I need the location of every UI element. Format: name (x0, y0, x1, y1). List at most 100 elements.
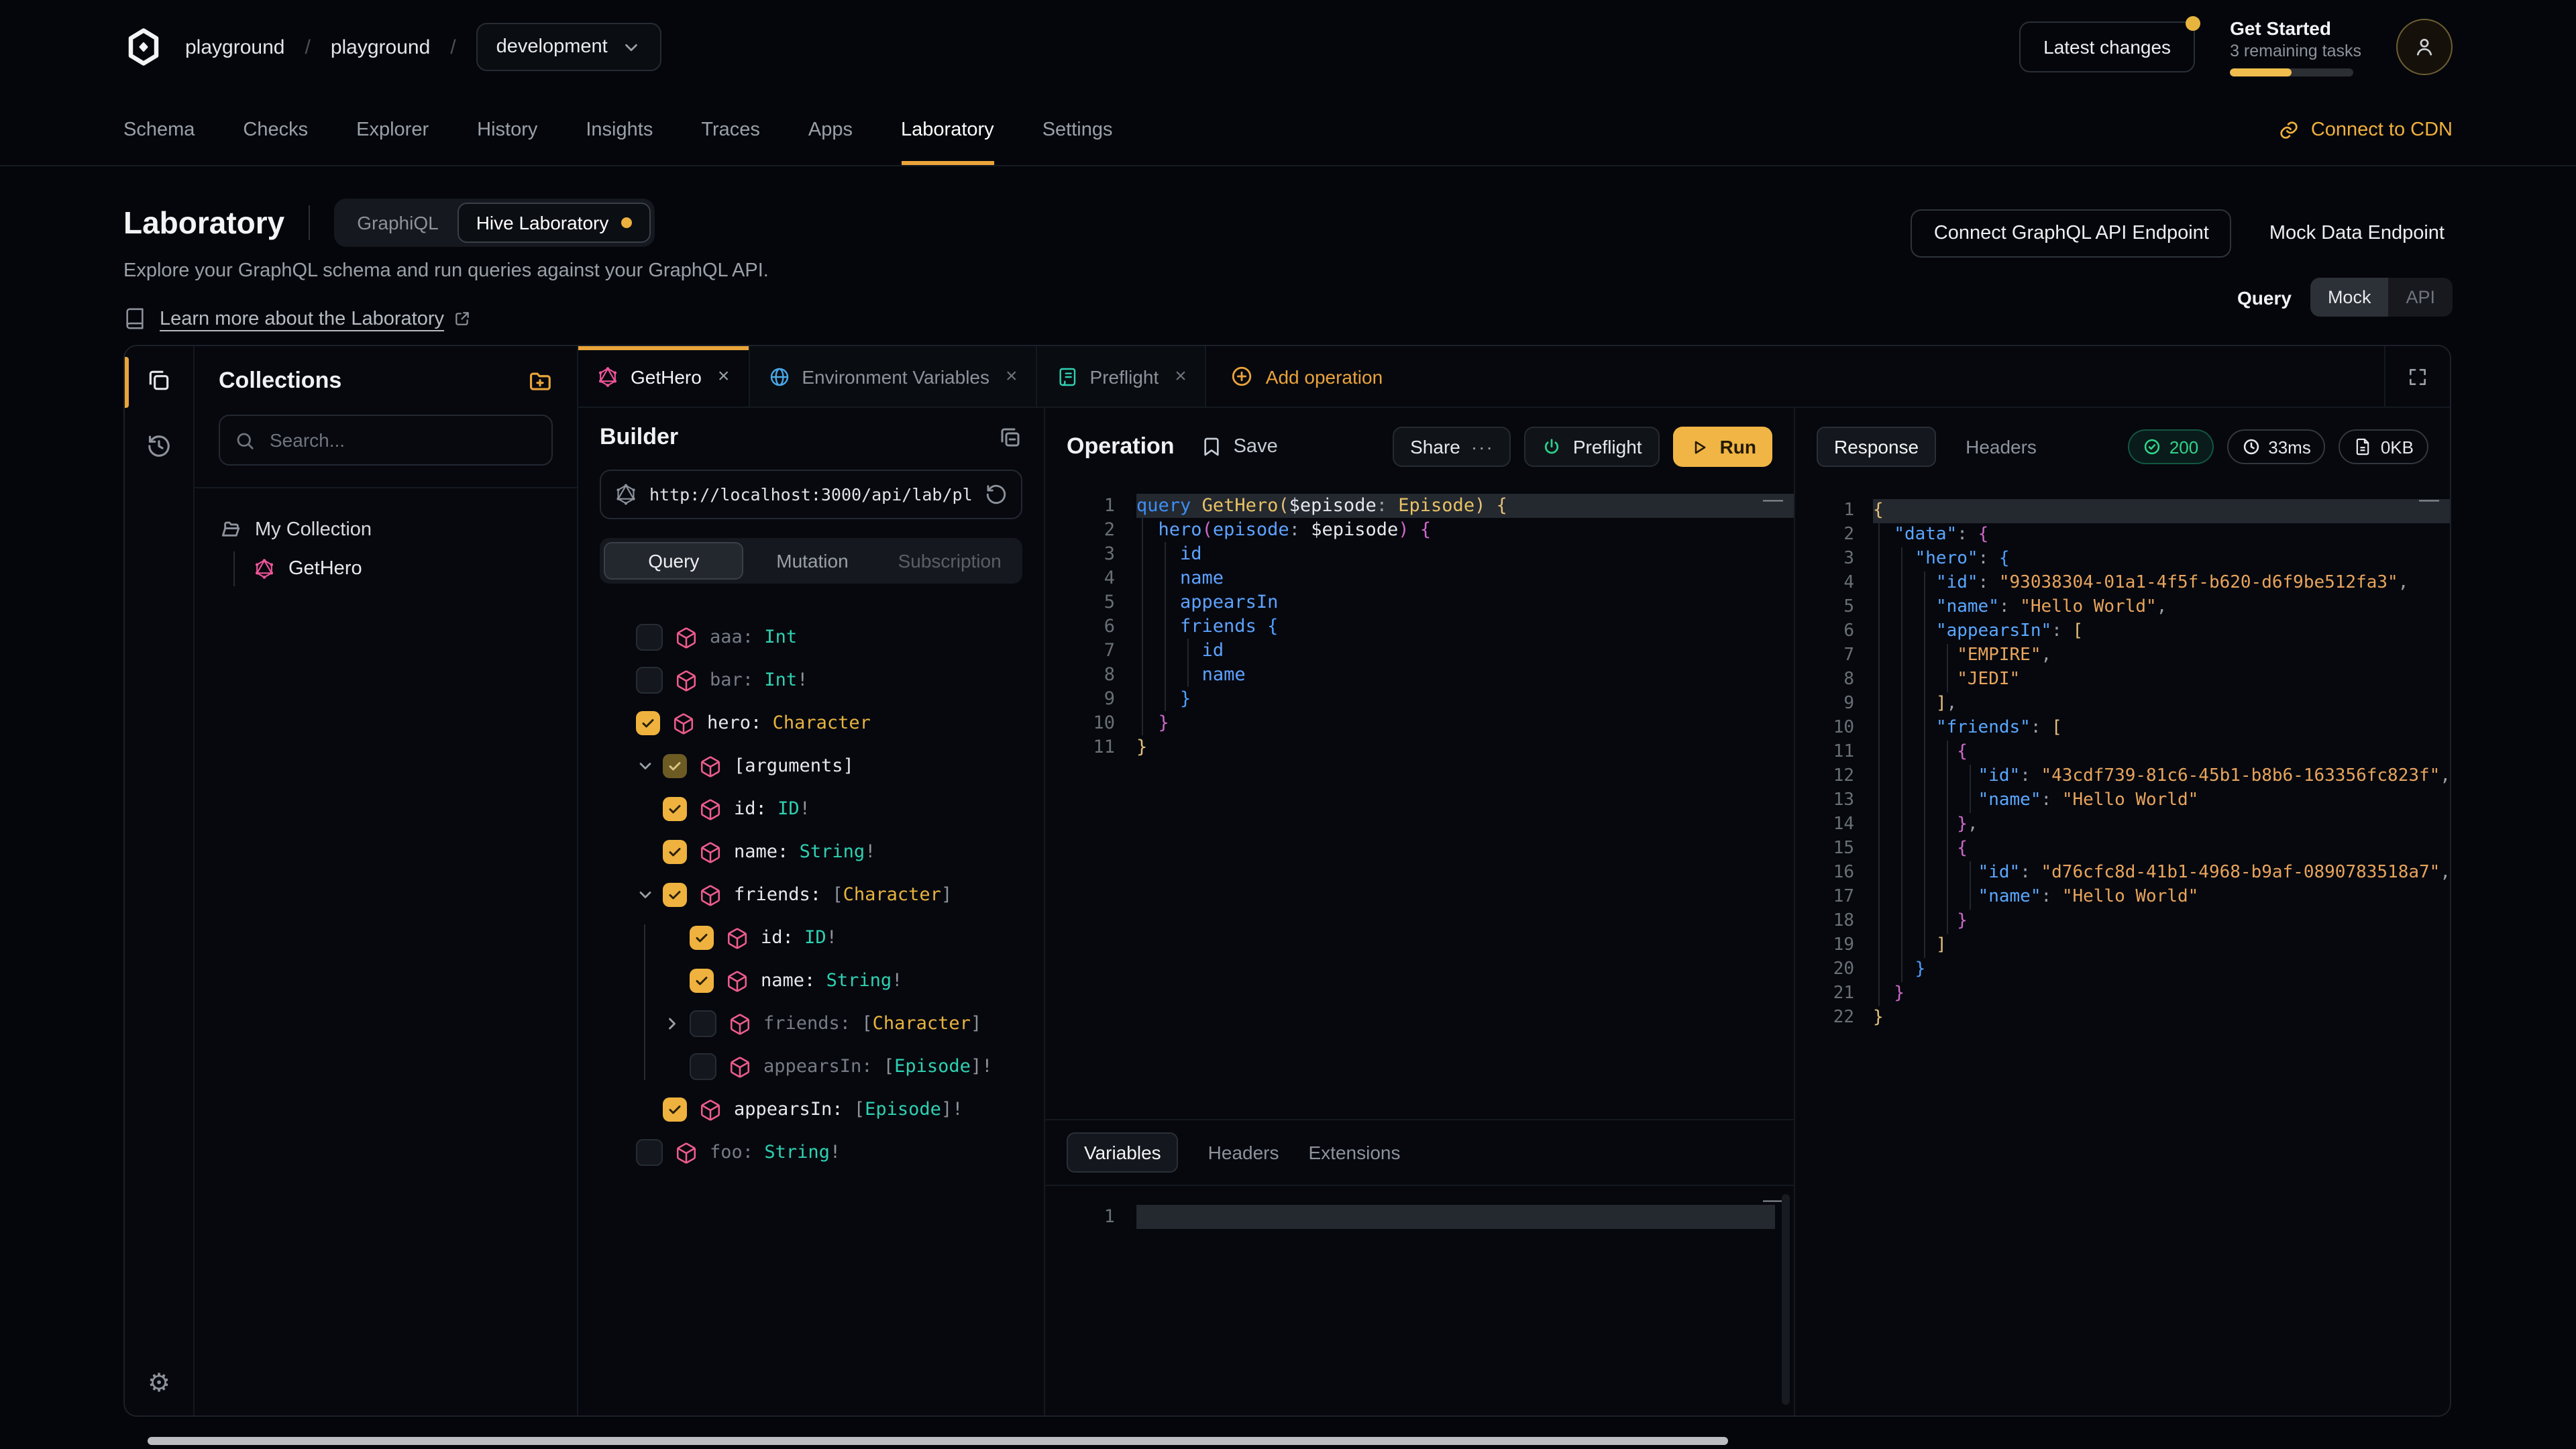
collapse-builder-icon[interactable] (998, 425, 1022, 449)
field-checkbox[interactable] (636, 667, 663, 694)
user-avatar[interactable] (2396, 19, 2453, 75)
add-operation-button[interactable]: Add operation (1207, 346, 1407, 407)
tab-extensions[interactable]: Extensions (1309, 1142, 1401, 1163)
field-checkbox[interactable] (636, 711, 660, 735)
search-input[interactable] (267, 428, 537, 452)
tree-field-appearsIn[interactable]: appearsIn: [Episode]! (600, 1088, 1022, 1131)
close-icon[interactable]: × (1175, 365, 1187, 388)
variables-editor[interactable]: — 1 (1045, 1186, 1794, 1415)
history-icon[interactable] (146, 433, 172, 459)
builder-tab-subscription[interactable]: Subscription (881, 542, 1018, 580)
latest-changes-button[interactable]: Latest changes (2019, 21, 2195, 72)
response-tab-response[interactable]: Response (1817, 427, 1936, 467)
builder-tab-mutation[interactable]: Mutation (744, 542, 881, 580)
close-icon[interactable]: × (718, 365, 730, 388)
chevron-down-icon[interactable] (636, 884, 663, 906)
fullscreen-button[interactable] (2384, 346, 2450, 407)
field-checkbox[interactable] (663, 754, 687, 778)
field-checkbox[interactable] (636, 624, 663, 651)
collections-icon[interactable] (146, 368, 172, 393)
field-type: ! (826, 927, 837, 949)
close-icon[interactable]: × (1006, 365, 1018, 388)
nav-tab-history[interactable]: History (477, 94, 537, 165)
builder-tab-query[interactable]: Query (604, 542, 744, 580)
endpoint-url-input[interactable]: http://localhost:3000/api/lab/playground (600, 470, 1022, 519)
share-button[interactable]: Share ··· (1393, 427, 1511, 467)
field-checkbox[interactable] (663, 840, 687, 864)
breadcrumb-project[interactable]: playground (331, 36, 430, 58)
collection-operation-gethero[interactable]: GetHero (254, 551, 553, 586)
connect-endpoint-button[interactable]: Connect GraphQL API Endpoint (1911, 209, 2232, 258)
nav-tab-laboratory[interactable]: Laboratory (901, 94, 994, 165)
preflight-button[interactable]: Preflight (1525, 427, 1660, 467)
collapse-variables-icon[interactable]: — (1763, 1189, 1783, 1212)
nav-tab-settings[interactable]: Settings (1042, 94, 1113, 165)
tree-field-name[interactable]: name: String! (600, 830, 1022, 873)
collections-title: Collections (219, 368, 341, 394)
hive-logo-icon[interactable] (123, 25, 164, 68)
line-number: 12 (1795, 765, 1873, 789)
mock-endpoint-button[interactable]: Mock Data Endpoint (2261, 221, 2453, 246)
tree-field-id[interactable]: id: ID! (600, 916, 1022, 959)
endpoint-option-mock[interactable]: Mock (2310, 278, 2389, 317)
nav-tab-apps[interactable]: Apps (808, 94, 853, 165)
more-options-icon[interactable]: ··· (1471, 436, 1494, 458)
mode-option-graphiql[interactable]: GraphiQL (338, 203, 457, 243)
endpoint-url-value[interactable]: http://localhost:3000/api/lab/playground (649, 484, 973, 504)
field-checkbox[interactable] (690, 969, 714, 993)
nav-tab-insights[interactable]: Insights (586, 94, 653, 165)
tree-field-name[interactable]: name: String! (600, 959, 1022, 1002)
connect-to-cdn-link[interactable]: Connect to CDN (2279, 94, 2453, 165)
nav-tab-checks[interactable]: Checks (243, 94, 308, 165)
field-checkbox[interactable] (690, 1053, 716, 1080)
field-checkbox[interactable] (690, 1010, 716, 1037)
tab-preflight[interactable]: Preflight × (1038, 346, 1207, 407)
nav-tab-traces[interactable]: Traces (701, 94, 760, 165)
collapse-response-icon[interactable]: — (2419, 488, 2439, 511)
tab-variables[interactable]: Variables (1067, 1132, 1179, 1173)
chevron-right-icon[interactable] (663, 1013, 690, 1034)
nav-tab-explorer[interactable]: Explorer (356, 94, 429, 165)
tree-field-aaa[interactable]: aaa: Int (600, 616, 1022, 659)
breadcrumb-org[interactable]: playground (185, 36, 284, 58)
nav-tab-schema[interactable]: Schema (123, 94, 195, 165)
response-editor[interactable]: — 1{ 2 "data": { 3 "hero": { 4 "id": "93… (1795, 486, 2450, 1415)
endpoint-option-api[interactable]: API (2388, 278, 2453, 317)
tab-headers[interactable]: Headers (1208, 1142, 1279, 1163)
field-checkbox[interactable] (663, 1097, 687, 1122)
collection-folder[interactable]: My Collection (219, 513, 553, 546)
gear-icon[interactable]: ⚙ (148, 1371, 170, 1397)
tab-environment-variables[interactable]: Environment Variables × (749, 346, 1037, 407)
tree-field-foo[interactable]: foo: String! (600, 1131, 1022, 1174)
chevron-down-icon[interactable] (636, 755, 663, 777)
run-button[interactable]: Run (1673, 427, 1772, 467)
field-checkbox[interactable] (690, 926, 714, 950)
mode-option-hive-laboratory[interactable]: Hive Laboratory (458, 203, 651, 243)
field-checkbox[interactable] (663, 797, 687, 821)
save-button[interactable]: Save (1201, 436, 1278, 458)
tree-field-bar[interactable]: bar: Int! (600, 659, 1022, 702)
collapse-editor-icon[interactable]: — (1763, 488, 1783, 511)
collections-search[interactable] (219, 415, 553, 466)
get-started-widget[interactable]: Get Started 3 remaining tasks (2230, 17, 2361, 76)
tab-gethero[interactable]: GetHero × (578, 346, 749, 407)
field-checkbox[interactable] (636, 1139, 663, 1166)
variables-tabs: Variables Headers Extensions (1045, 1120, 1794, 1186)
learn-more-link[interactable]: Learn more about the Laboratory (160, 308, 471, 329)
target-selector[interactable]: development (476, 23, 661, 71)
tree-field-appearsIn[interactable]: appearsIn: [Episode]! (600, 1045, 1022, 1088)
tree-field-hero[interactable]: hero: Character (600, 702, 1022, 745)
refresh-icon[interactable] (985, 483, 1008, 506)
tree-field-[arguments][interactable]: [arguments] (600, 745, 1022, 788)
field-checkbox[interactable] (663, 883, 687, 907)
tree-field-id[interactable]: id: ID! (600, 788, 1022, 830)
folder-plus-icon[interactable] (527, 368, 553, 394)
tree-field-friends[interactable]: friends: [Character] (600, 1002, 1022, 1045)
scrollbar[interactable] (1782, 1194, 1790, 1405)
cube-icon (675, 1141, 698, 1164)
horizontal-scrollbar[interactable] (148, 1437, 1728, 1445)
tree-field-friends[interactable]: friends: [Character] (600, 873, 1022, 916)
response-tab-headers[interactable]: Headers (1966, 436, 2037, 458)
query-editor[interactable]: — 1query GetHero($episode: Episode) { 2 … (1045, 486, 1794, 1119)
target-selector-value: development (496, 36, 608, 58)
